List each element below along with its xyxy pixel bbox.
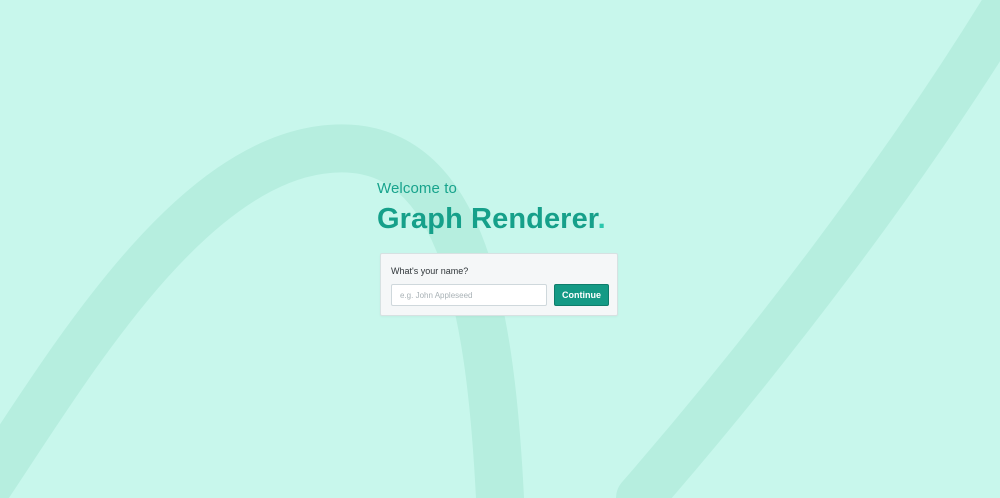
name-field-label: What's your name?: [391, 266, 469, 276]
app-title-period: .: [597, 203, 606, 235]
app-title-name: Graph Renderer: [377, 203, 598, 235]
hero-heading: Welcome to Graph Renderer.: [377, 178, 637, 237]
name-form-card: What's your name? Continue: [380, 253, 618, 316]
name-input[interactable]: [391, 284, 547, 306]
welcome-text: Welcome to: [377, 180, 457, 197]
welcome-page: Welcome to Graph Renderer. What's your n…: [0, 0, 1000, 498]
app-title: Graph Renderer.: [377, 201, 637, 237]
continue-button[interactable]: Continue: [554, 284, 609, 306]
background-swoosh: [0, 0, 1000, 498]
